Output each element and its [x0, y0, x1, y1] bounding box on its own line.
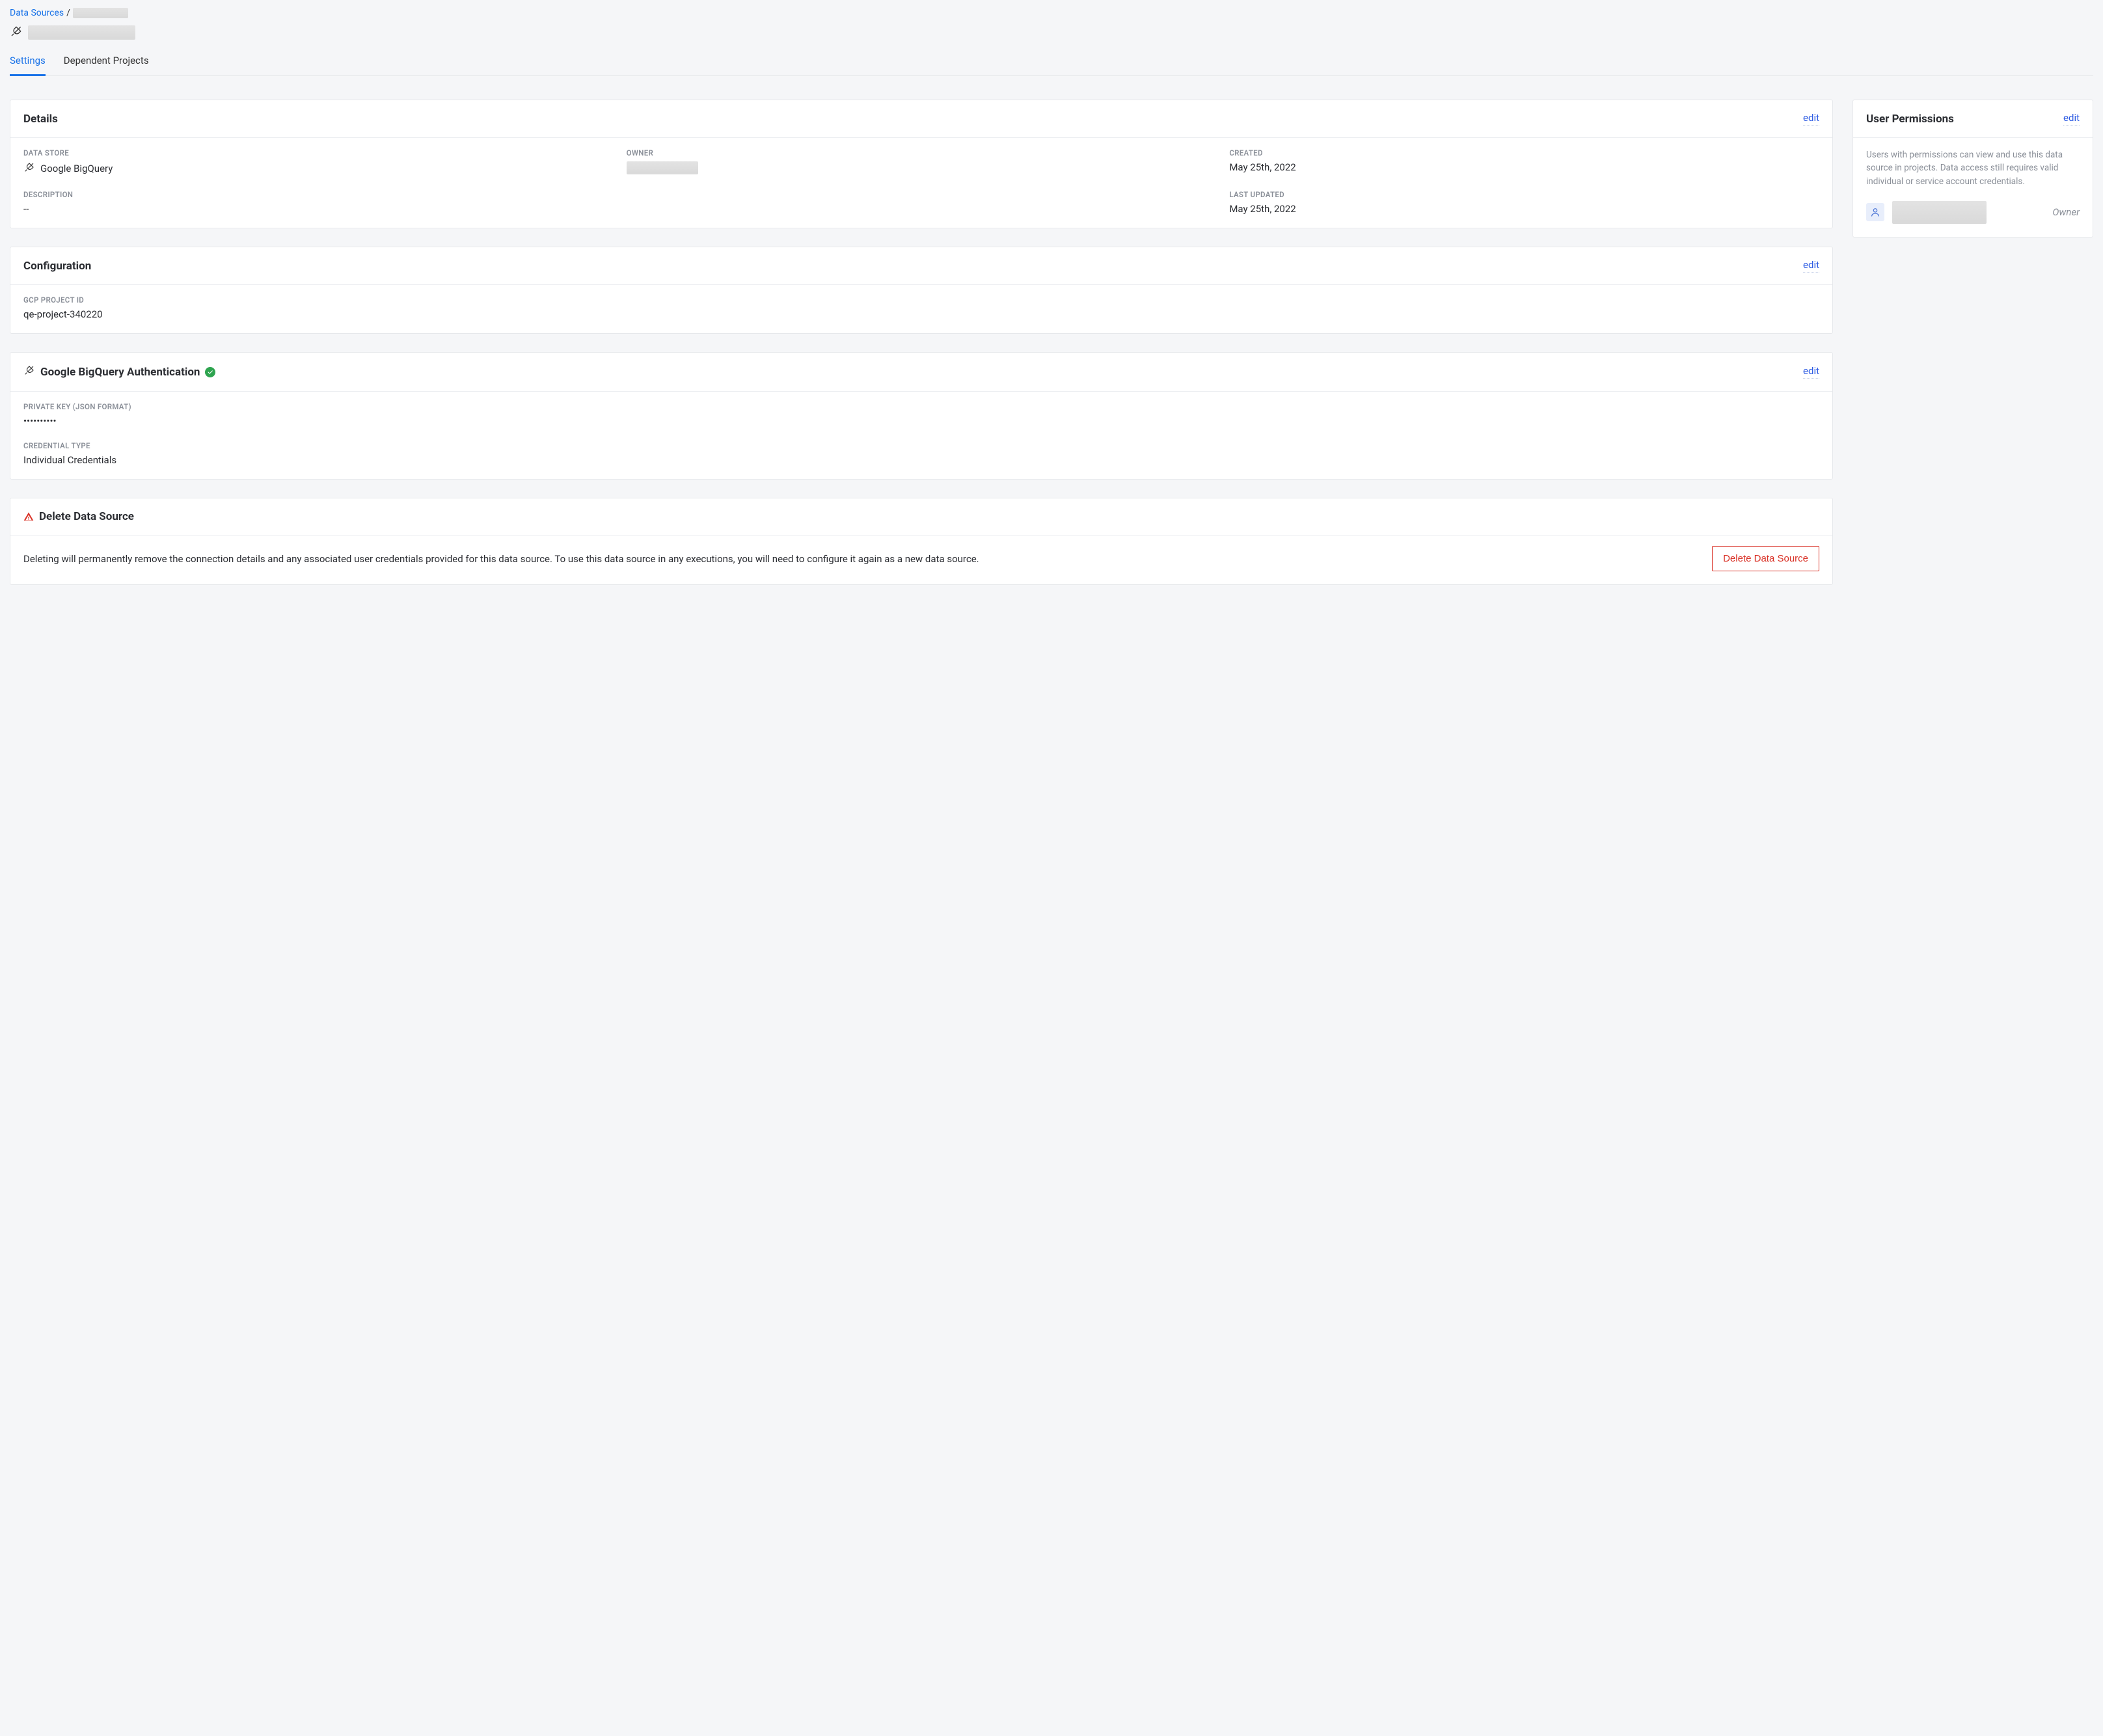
- data-store-label: DATA STORE: [23, 148, 614, 157]
- owner-value: [627, 161, 698, 174]
- checkmark-success-icon: [205, 367, 215, 377]
- user-permissions-title: User Permissions: [1866, 113, 1954, 126]
- created-value: May 25th, 2022: [1229, 161, 1819, 173]
- authentication-title: Google BigQuery Authentication: [23, 364, 215, 379]
- permission-row: Owner: [1866, 201, 2080, 224]
- description-label: DESCRIPTION: [23, 190, 614, 199]
- delete-title: Delete Data Source: [23, 510, 134, 523]
- last-updated-value: May 25th, 2022: [1229, 203, 1819, 215]
- data-store-value: Google BigQuery: [23, 161, 614, 176]
- gcp-project-id-value: qe-project-340220: [23, 308, 1819, 320]
- delete-data-source-button[interactable]: Delete Data Source: [1712, 546, 1819, 571]
- gcp-project-id-label: GCP PROJECT ID: [23, 295, 1819, 305]
- authentication-edit-link[interactable]: edit: [1803, 365, 1819, 379]
- user-permissions-description: Users with permissions can view and use …: [1866, 148, 2080, 188]
- details-edit-link[interactable]: edit: [1803, 112, 1819, 126]
- tab-dependent-projects[interactable]: Dependent Projects: [64, 55, 149, 76]
- tab-settings[interactable]: Settings: [10, 55, 46, 76]
- description-value: --: [23, 203, 614, 215]
- user-permissions-edit-link[interactable]: edit: [2063, 112, 2080, 126]
- private-key-value: ••••••••••: [23, 415, 1819, 427]
- page-title-text: [28, 25, 135, 40]
- delete-description: Deleting will permanently remove the con…: [23, 551, 1692, 567]
- last-updated-label: LAST UPDATED: [1229, 190, 1819, 199]
- created-label: CREATED: [1229, 148, 1819, 157]
- plug-icon: [23, 161, 35, 176]
- configuration-title: Configuration: [23, 260, 91, 273]
- tabs: Settings Dependent Projects: [10, 55, 2093, 76]
- credential-type-value: Individual Credentials: [23, 454, 1819, 466]
- breadcrumb: Data Sources /: [10, 8, 2093, 18]
- warning-icon: [23, 511, 34, 522]
- breadcrumb-current: [73, 8, 128, 18]
- details-title: Details: [23, 113, 58, 126]
- plug-icon: [23, 364, 35, 379]
- user-permissions-card: User Permissions edit Users with permiss…: [1852, 100, 2093, 237]
- breadcrumb-separator: /: [66, 8, 70, 18]
- permission-user-name: [1892, 201, 1987, 224]
- configuration-edit-link[interactable]: edit: [1803, 259, 1819, 273]
- page-title: [10, 25, 2093, 40]
- configuration-card: Configuration edit GCP PROJECT ID qe-pro…: [10, 247, 1833, 334]
- plug-icon: [10, 25, 23, 40]
- breadcrumb-root-link[interactable]: Data Sources: [10, 8, 64, 18]
- data-store-text: Google BigQuery: [40, 163, 113, 174]
- authentication-card: Google BigQuery Authentication edit PRIV…: [10, 352, 1833, 480]
- details-card: Details edit DATA STORE Google BigQuery: [10, 100, 1833, 228]
- user-icon: [1866, 203, 1884, 221]
- authentication-title-text: Google BigQuery Authentication: [40, 366, 200, 379]
- private-key-label: PRIVATE KEY (JSON FORMAT): [23, 402, 1819, 411]
- delete-title-text: Delete Data Source: [39, 510, 134, 523]
- credential-type-label: CREDENTIAL TYPE: [23, 441, 1819, 450]
- permission-role: Owner: [2052, 206, 2080, 218]
- delete-card: Delete Data Source Deleting will permane…: [10, 498, 1833, 585]
- owner-label: OWNER: [627, 148, 1217, 157]
